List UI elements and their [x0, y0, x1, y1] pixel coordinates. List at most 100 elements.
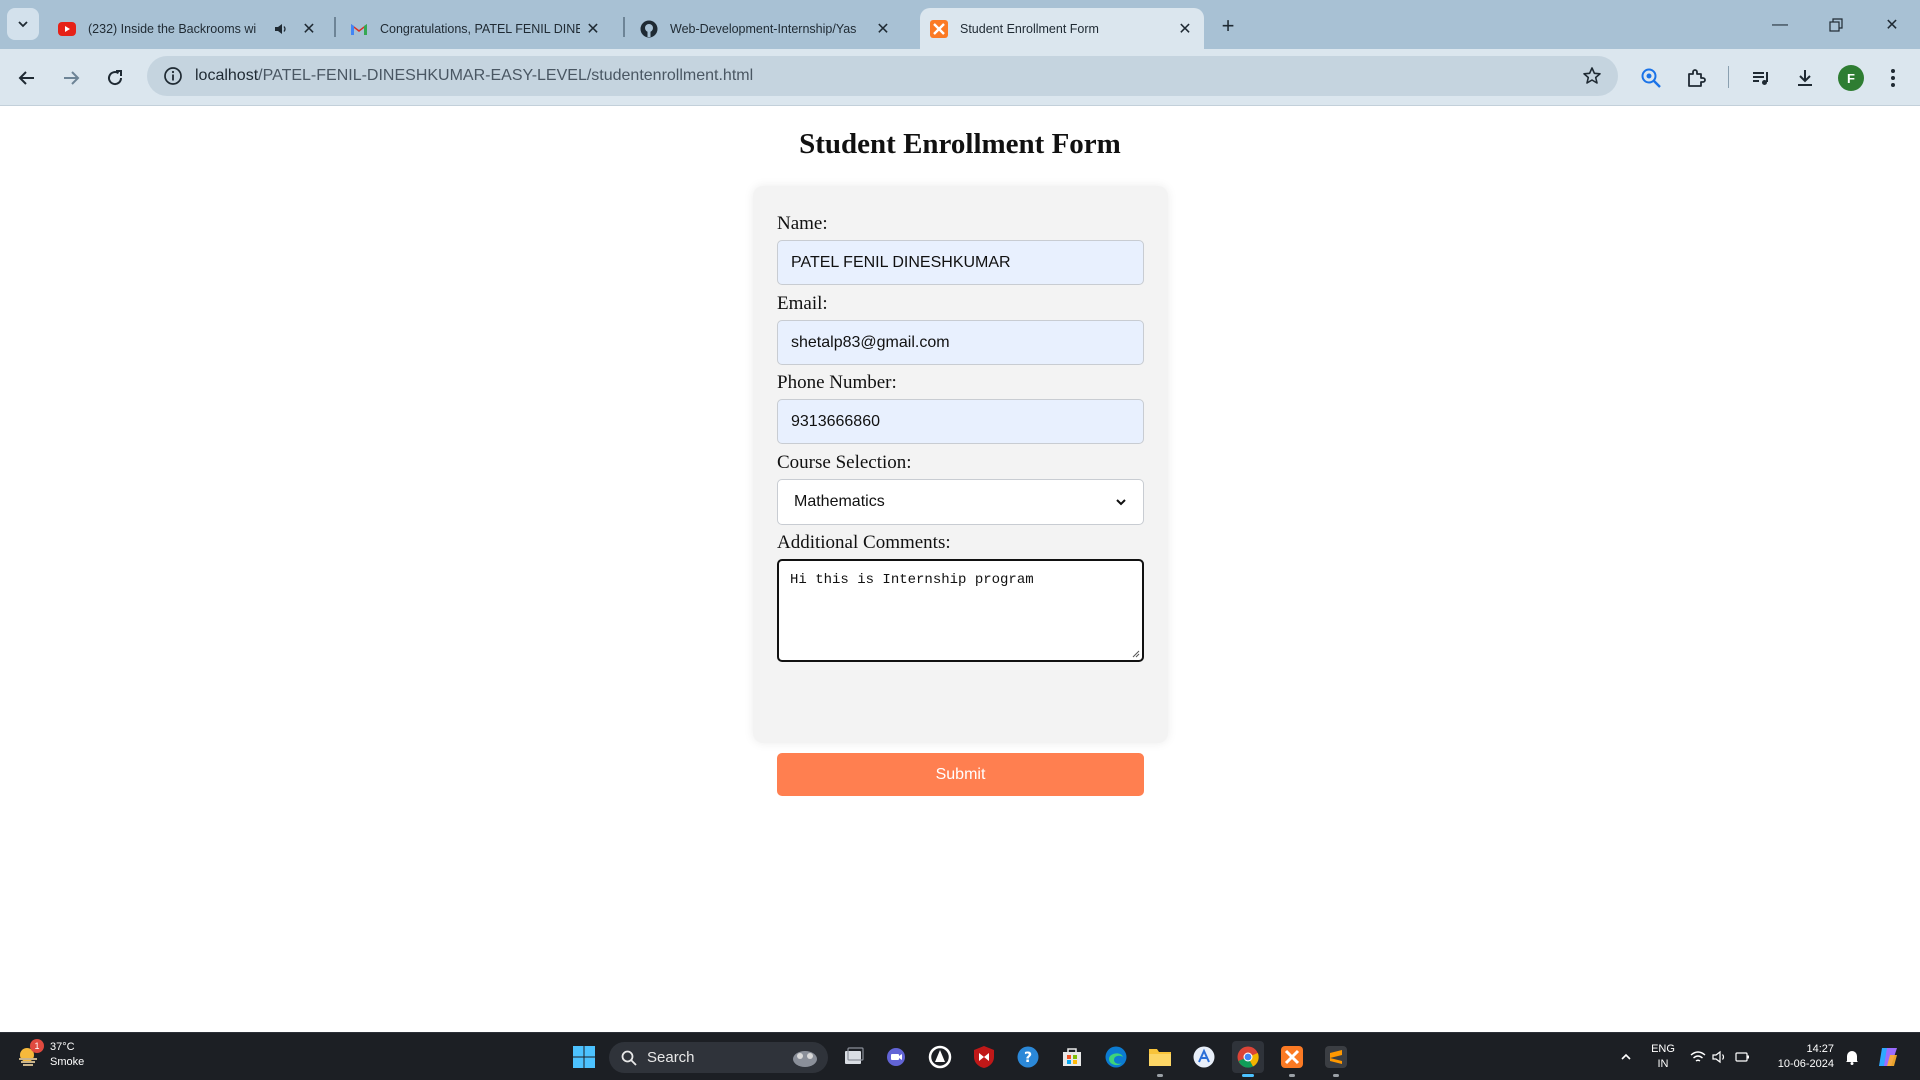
- youtube-icon: [58, 20, 76, 38]
- tab-student-enrollment[interactable]: Student Enrollment Form ✕: [920, 8, 1204, 49]
- close-tab-icon[interactable]: ✕: [300, 20, 318, 38]
- media-controls-button[interactable]: [1744, 61, 1778, 95]
- submit-button[interactable]: Submit: [777, 753, 1144, 796]
- sublime-button[interactable]: [1320, 1041, 1352, 1077]
- reload-icon: [108, 70, 123, 86]
- svg-text:?: ?: [1024, 1050, 1032, 1066]
- chrome-button[interactable]: [1232, 1041, 1264, 1077]
- tab-divider: [334, 17, 336, 37]
- extensions-button[interactable]: [1679, 61, 1713, 95]
- comments-text: Hi this is Internship program: [790, 572, 1034, 588]
- close-icon: ✕: [1885, 16, 1899, 34]
- tab-gmail[interactable]: Congratulations, PATEL FENIL DINE ✕: [340, 8, 612, 49]
- tab-title: (232) Inside the Backrooms wi: [88, 21, 257, 36]
- phone-input[interactable]: 9313666860: [777, 399, 1144, 444]
- language-code: ENG: [1651, 1043, 1675, 1055]
- back-button[interactable]: [10, 61, 44, 95]
- browser-toolbar: localhost/PATEL-FENIL-DINESHKUMAR-EASY-L…: [0, 49, 1920, 106]
- profile-avatar[interactable]: F: [1838, 65, 1864, 91]
- kebab-menu-icon: [1891, 69, 1895, 87]
- forward-button[interactable]: [54, 61, 88, 95]
- store-icon: [1063, 1048, 1081, 1066]
- start-button[interactable]: [568, 1041, 600, 1073]
- url-path: /PATEL-FENIL-DINESHKUMAR-EASY-LEVEL/stud…: [258, 67, 754, 84]
- puzzle-icon: [1688, 69, 1706, 87]
- close-tab-icon[interactable]: ✕: [1176, 20, 1194, 38]
- course-select[interactable]: Mathematics: [777, 479, 1144, 525]
- search-label: Search: [647, 1049, 695, 1066]
- language-indicator[interactable]: ENG IN: [1648, 1033, 1678, 1080]
- copilot-icon: [1879, 1048, 1897, 1066]
- task-view-button[interactable]: [838, 1041, 870, 1073]
- chat-icon: [887, 1048, 905, 1066]
- mcafee-button[interactable]: [968, 1041, 1000, 1073]
- speaker-icon[interactable]: [272, 20, 290, 38]
- download-icon: [1798, 70, 1812, 86]
- toolbar-divider: [1728, 66, 1729, 88]
- teams-chat-button[interactable]: [880, 1041, 912, 1073]
- name-input[interactable]: PATEL FENIL DINESHKUMAR: [777, 240, 1144, 285]
- minimize-button[interactable]: —: [1752, 0, 1808, 49]
- site-info-icon[interactable]: [153, 56, 193, 96]
- weather-widget[interactable]: 1 37°C Smoke: [16, 1039, 85, 1070]
- google-lens-button[interactable]: [1634, 61, 1668, 95]
- taskbar-search-box[interactable]: Search: [609, 1042, 828, 1073]
- weather-temperature: 37°C: [50, 1041, 75, 1053]
- github-icon: [640, 20, 658, 38]
- copilot-button[interactable]: [1872, 1033, 1904, 1080]
- chevron-down-icon: [1116, 499, 1126, 506]
- tab-youtube[interactable]: (232) Inside the Backrooms wi ✕: [48, 8, 328, 49]
- active-indicator: [1242, 1074, 1254, 1077]
- store-button[interactable]: [1056, 1041, 1088, 1073]
- search-icon: [621, 1050, 637, 1066]
- comments-textarea[interactable]: Hi this is Internship program: [777, 559, 1144, 662]
- downloads-button[interactable]: [1788, 61, 1822, 95]
- reload-button[interactable]: [98, 61, 132, 95]
- clock-date: 10-06-2024: [1777, 1058, 1834, 1070]
- wifi-icon: [1690, 1051, 1706, 1062]
- menu-button[interactable]: [1876, 61, 1910, 95]
- tab-divider: [623, 17, 625, 37]
- folder-icon: [1149, 1049, 1171, 1066]
- enrollment-form: Name: PATEL FENIL DINESHKUMAR Email: she…: [753, 186, 1168, 796]
- resize-grip-icon[interactable]: [1131, 649, 1140, 658]
- help-button[interactable]: ?: [1012, 1041, 1044, 1073]
- app-button-2[interactable]: [1188, 1041, 1220, 1073]
- weather-description: Smoke: [50, 1056, 85, 1068]
- clock[interactable]: 14:27 10-06-2024: [1764, 1033, 1834, 1080]
- phone-label: Phone Number:: [777, 372, 897, 393]
- quick-settings-button[interactable]: [1688, 1033, 1752, 1080]
- notifications-button[interactable]: [1840, 1033, 1864, 1080]
- notification-badge: 1: [30, 1039, 44, 1053]
- edge-button[interactable]: [1100, 1041, 1132, 1073]
- lens-icon: [1641, 68, 1661, 88]
- chevron-up-icon: [1621, 1053, 1631, 1060]
- arrow-right-icon: [64, 71, 80, 85]
- search-highlight-icon: [793, 1051, 817, 1067]
- app-circle-icon: [928, 1045, 952, 1069]
- email-input[interactable]: shetalp83@gmail.com: [777, 320, 1144, 365]
- restore-button[interactable]: [1808, 0, 1864, 49]
- close-tab-icon[interactable]: ✕: [584, 20, 602, 38]
- tab-title: Web-Development-Internship/Yas: [670, 21, 857, 36]
- email-label: Email:: [777, 293, 828, 314]
- gmail-icon: [350, 20, 368, 38]
- sublime-text-icon: [1325, 1046, 1347, 1068]
- running-indicator: [1333, 1074, 1339, 1077]
- show-hidden-icons-button[interactable]: [1614, 1033, 1638, 1080]
- close-window-button[interactable]: ✕: [1864, 0, 1920, 49]
- xampp-button[interactable]: [1276, 1041, 1308, 1077]
- file-explorer-button[interactable]: [1144, 1041, 1176, 1077]
- address-bar[interactable]: localhost/PATEL-FENIL-DINESHKUMAR-EASY-L…: [147, 56, 1618, 96]
- tab-github[interactable]: Web-Development-Internship/Yas ✕: [630, 8, 902, 49]
- chevron-down-icon: [18, 21, 28, 28]
- tab-search-button[interactable]: [7, 8, 39, 40]
- running-indicator: [1157, 1074, 1163, 1077]
- app-button-1[interactable]: [924, 1041, 956, 1073]
- url-host: localhost: [195, 67, 259, 84]
- close-tab-icon[interactable]: ✕: [874, 20, 892, 38]
- shield-icon: [974, 1046, 994, 1068]
- windows-taskbar: 1 37°C Smoke Search ? ENG IN 14:27 10-06…: [0, 1032, 1920, 1080]
- new-tab-button[interactable]: +: [1214, 12, 1242, 40]
- bookmark-star-icon[interactable]: [1580, 64, 1604, 88]
